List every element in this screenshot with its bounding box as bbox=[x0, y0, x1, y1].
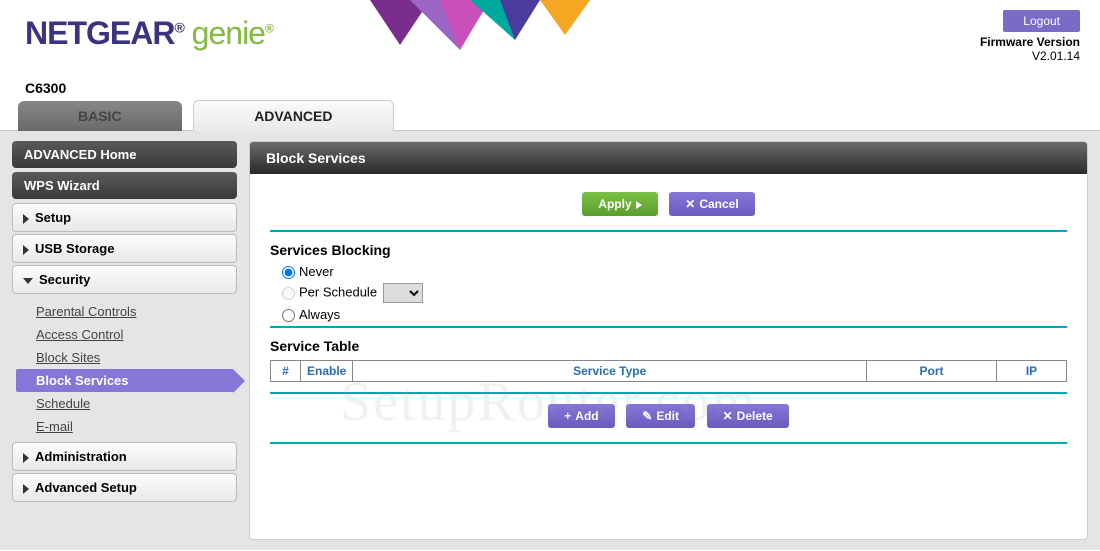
brand-logo: NETGEAR® genie® bbox=[25, 15, 273, 52]
chevron-right-icon bbox=[23, 245, 29, 255]
sidebar: ADVANCED Home WPS Wizard Setup USB Stora… bbox=[12, 141, 237, 540]
model-label: C6300 bbox=[25, 80, 66, 96]
plus-icon: + bbox=[564, 409, 571, 423]
chevron-right-icon bbox=[23, 453, 29, 463]
sidebar-item-schedule[interactable]: Schedule bbox=[16, 392, 233, 415]
radio-always[interactable] bbox=[282, 309, 295, 322]
cancel-button[interactable]: ✕Cancel bbox=[669, 192, 754, 216]
sidebar-item-block-sites[interactable]: Block Sites bbox=[16, 346, 233, 369]
delete-button[interactable]: ✕Delete bbox=[707, 404, 789, 428]
close-icon: ✕ bbox=[723, 409, 733, 423]
pencil-icon: ✎ bbox=[642, 409, 652, 423]
schedule-select[interactable] bbox=[383, 283, 423, 303]
sidebar-item-parental-controls[interactable]: Parental Controls bbox=[16, 300, 233, 323]
chevron-down-icon bbox=[23, 278, 33, 284]
decorative-triangles bbox=[370, 0, 630, 60]
sidebar-security[interactable]: Security bbox=[12, 265, 237, 294]
sidebar-setup[interactable]: Setup bbox=[12, 203, 237, 232]
sidebar-administration[interactable]: Administration bbox=[12, 442, 237, 471]
sidebar-item-e-mail[interactable]: E-mail bbox=[16, 415, 233, 438]
sidebar-usb-storage[interactable]: USB Storage bbox=[12, 234, 237, 263]
firmware-version: Firmware Version V2.01.14 bbox=[980, 35, 1080, 63]
apply-button[interactable]: Apply bbox=[582, 192, 657, 216]
panel-title: Block Services bbox=[250, 142, 1087, 174]
logout-button[interactable]: Logout bbox=[1003, 10, 1080, 32]
main-panel: Block Services Apply ✕Cancel Services Bl… bbox=[249, 141, 1088, 540]
sidebar-item-block-services[interactable]: Block Services bbox=[16, 369, 233, 392]
add-button[interactable]: +Add bbox=[548, 404, 614, 428]
col-enable: Enable bbox=[301, 361, 353, 382]
tab-basic[interactable]: BASIC bbox=[18, 101, 182, 131]
edit-button[interactable]: ✎Edit bbox=[626, 404, 695, 428]
sidebar-item-access-control[interactable]: Access Control bbox=[16, 323, 233, 346]
radio-never[interactable] bbox=[282, 266, 295, 279]
services-blocking-label: Services Blocking bbox=[270, 242, 1067, 258]
service-table-label: Service Table bbox=[270, 338, 1067, 354]
col-service-type: Service Type bbox=[353, 361, 867, 382]
service-table: # Enable Service Type Port IP bbox=[270, 360, 1067, 382]
play-icon bbox=[636, 201, 642, 209]
col-ip: IP bbox=[997, 361, 1067, 382]
tab-advanced[interactable]: ADVANCED bbox=[193, 100, 393, 131]
col-port: Port bbox=[867, 361, 997, 382]
col-num: # bbox=[271, 361, 301, 382]
radio-always-label: Always bbox=[299, 307, 340, 322]
chevron-right-icon bbox=[23, 214, 29, 224]
sidebar-wps-wizard[interactable]: WPS Wizard bbox=[12, 172, 237, 199]
close-icon: ✕ bbox=[685, 197, 695, 211]
radio-per-schedule-label: Per Schedule bbox=[299, 285, 377, 300]
sidebar-advanced-setup[interactable]: Advanced Setup bbox=[12, 473, 237, 502]
radio-per-schedule[interactable] bbox=[282, 287, 295, 300]
radio-never-label: Never bbox=[299, 264, 334, 279]
chevron-right-icon bbox=[23, 484, 29, 494]
sidebar-advanced-home[interactable]: ADVANCED Home bbox=[12, 141, 237, 168]
